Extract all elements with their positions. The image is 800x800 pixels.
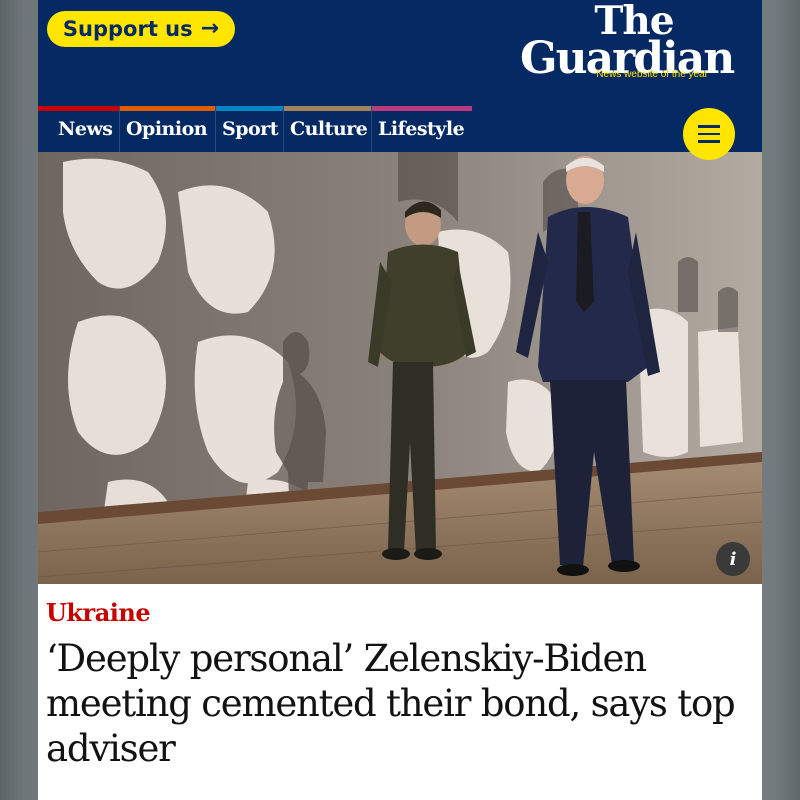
support-us-button[interactable]: Support us → <box>47 11 235 47</box>
article-page: Support us → The Guardian News website o… <box>38 0 762 800</box>
nav-item-news[interactable]: News <box>52 106 120 152</box>
pillar-nav: News Opinion Sport Culture Lifestyle <box>38 106 762 152</box>
arrow-right-icon: → <box>200 16 220 41</box>
hero-photo <box>38 152 762 584</box>
nav-item-label: Culture <box>290 118 368 140</box>
hamburger-menu-icon[interactable] <box>683 108 735 160</box>
nav-item-label: Lifestyle <box>378 118 465 140</box>
nav-item-label: Opinion <box>126 118 208 140</box>
article-kicker[interactable]: Ukraine <box>46 598 151 627</box>
logo-tagline: News website of the year <box>596 69 708 80</box>
article-headline[interactable]: ‘Deeply personal’ Zelenskiy-Biden meetin… <box>46 636 746 771</box>
menu-line <box>698 125 720 128</box>
nav-item-lifestyle[interactable]: Lifestyle <box>372 106 472 152</box>
nav-item-culture[interactable]: Culture <box>284 106 372 152</box>
nav-item-label: News <box>58 118 113 140</box>
nav-item-sport[interactable]: Sport <box>216 106 284 152</box>
support-us-label: Support us <box>62 17 193 41</box>
guardian-logo[interactable]: The Guardian News website of the year <box>520 2 735 81</box>
menu-line <box>698 140 720 143</box>
nav-item-opinion[interactable]: Opinion <box>120 106 216 152</box>
hero-image <box>38 152 762 584</box>
nav-item-label: Sport <box>222 118 278 140</box>
menu-line <box>698 132 720 135</box>
info-icon[interactable]: i <box>716 542 750 576</box>
masthead: Support us → The Guardian News website o… <box>38 0 762 106</box>
